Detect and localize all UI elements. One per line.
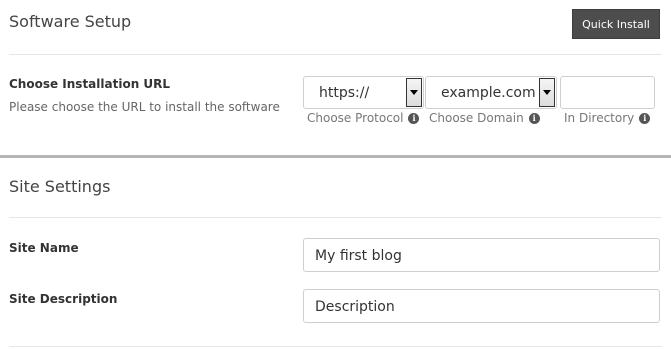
chevron-down-icon <box>543 90 551 95</box>
info-icon[interactable]: i <box>639 112 651 124</box>
site-description-input[interactable]: Description <box>303 289 660 323</box>
protocol-value: https:// <box>319 85 370 101</box>
domain-value: example.com <box>441 85 536 101</box>
section-divider <box>9 217 662 218</box>
protocol-hint: Choose Protocol i <box>307 111 420 125</box>
protocol-hint-text: Choose Protocol <box>307 111 404 125</box>
info-icon[interactable]: i <box>408 112 420 124</box>
software-setup-title: Software Setup <box>9 12 132 31</box>
protocol-select[interactable]: https:// <box>303 76 424 109</box>
install-url-sublabel: Please choose the URL to install the sof… <box>9 100 280 114</box>
site-name-label: Site Name <box>9 241 79 255</box>
directory-hint: In Directory i <box>564 111 651 125</box>
site-settings-title: Site Settings <box>9 177 111 196</box>
domain-hint-text: Choose Domain <box>429 111 524 125</box>
protocol-dropdown-button[interactable] <box>406 78 422 107</box>
info-icon[interactable]: i <box>528 112 540 124</box>
quick-install-button[interactable]: Quick Install <box>572 9 660 39</box>
site-description-label: Site Description <box>9 292 118 306</box>
section-divider <box>9 346 662 347</box>
site-description-value: Description <box>315 299 395 315</box>
site-name-value: My first blog <box>315 248 402 264</box>
chevron-down-icon <box>410 90 418 95</box>
panel-separator <box>0 155 671 158</box>
install-url-label: Choose Installation URL <box>9 77 171 91</box>
directory-hint-text: In Directory <box>564 111 635 125</box>
domain-select[interactable]: example.com <box>425 76 557 109</box>
directory-input[interactable] <box>560 76 655 109</box>
domain-hint: Choose Domain i <box>429 111 540 125</box>
section-divider <box>9 54 662 55</box>
domain-dropdown-button[interactable] <box>539 78 555 107</box>
site-name-input[interactable]: My first blog <box>303 238 660 272</box>
